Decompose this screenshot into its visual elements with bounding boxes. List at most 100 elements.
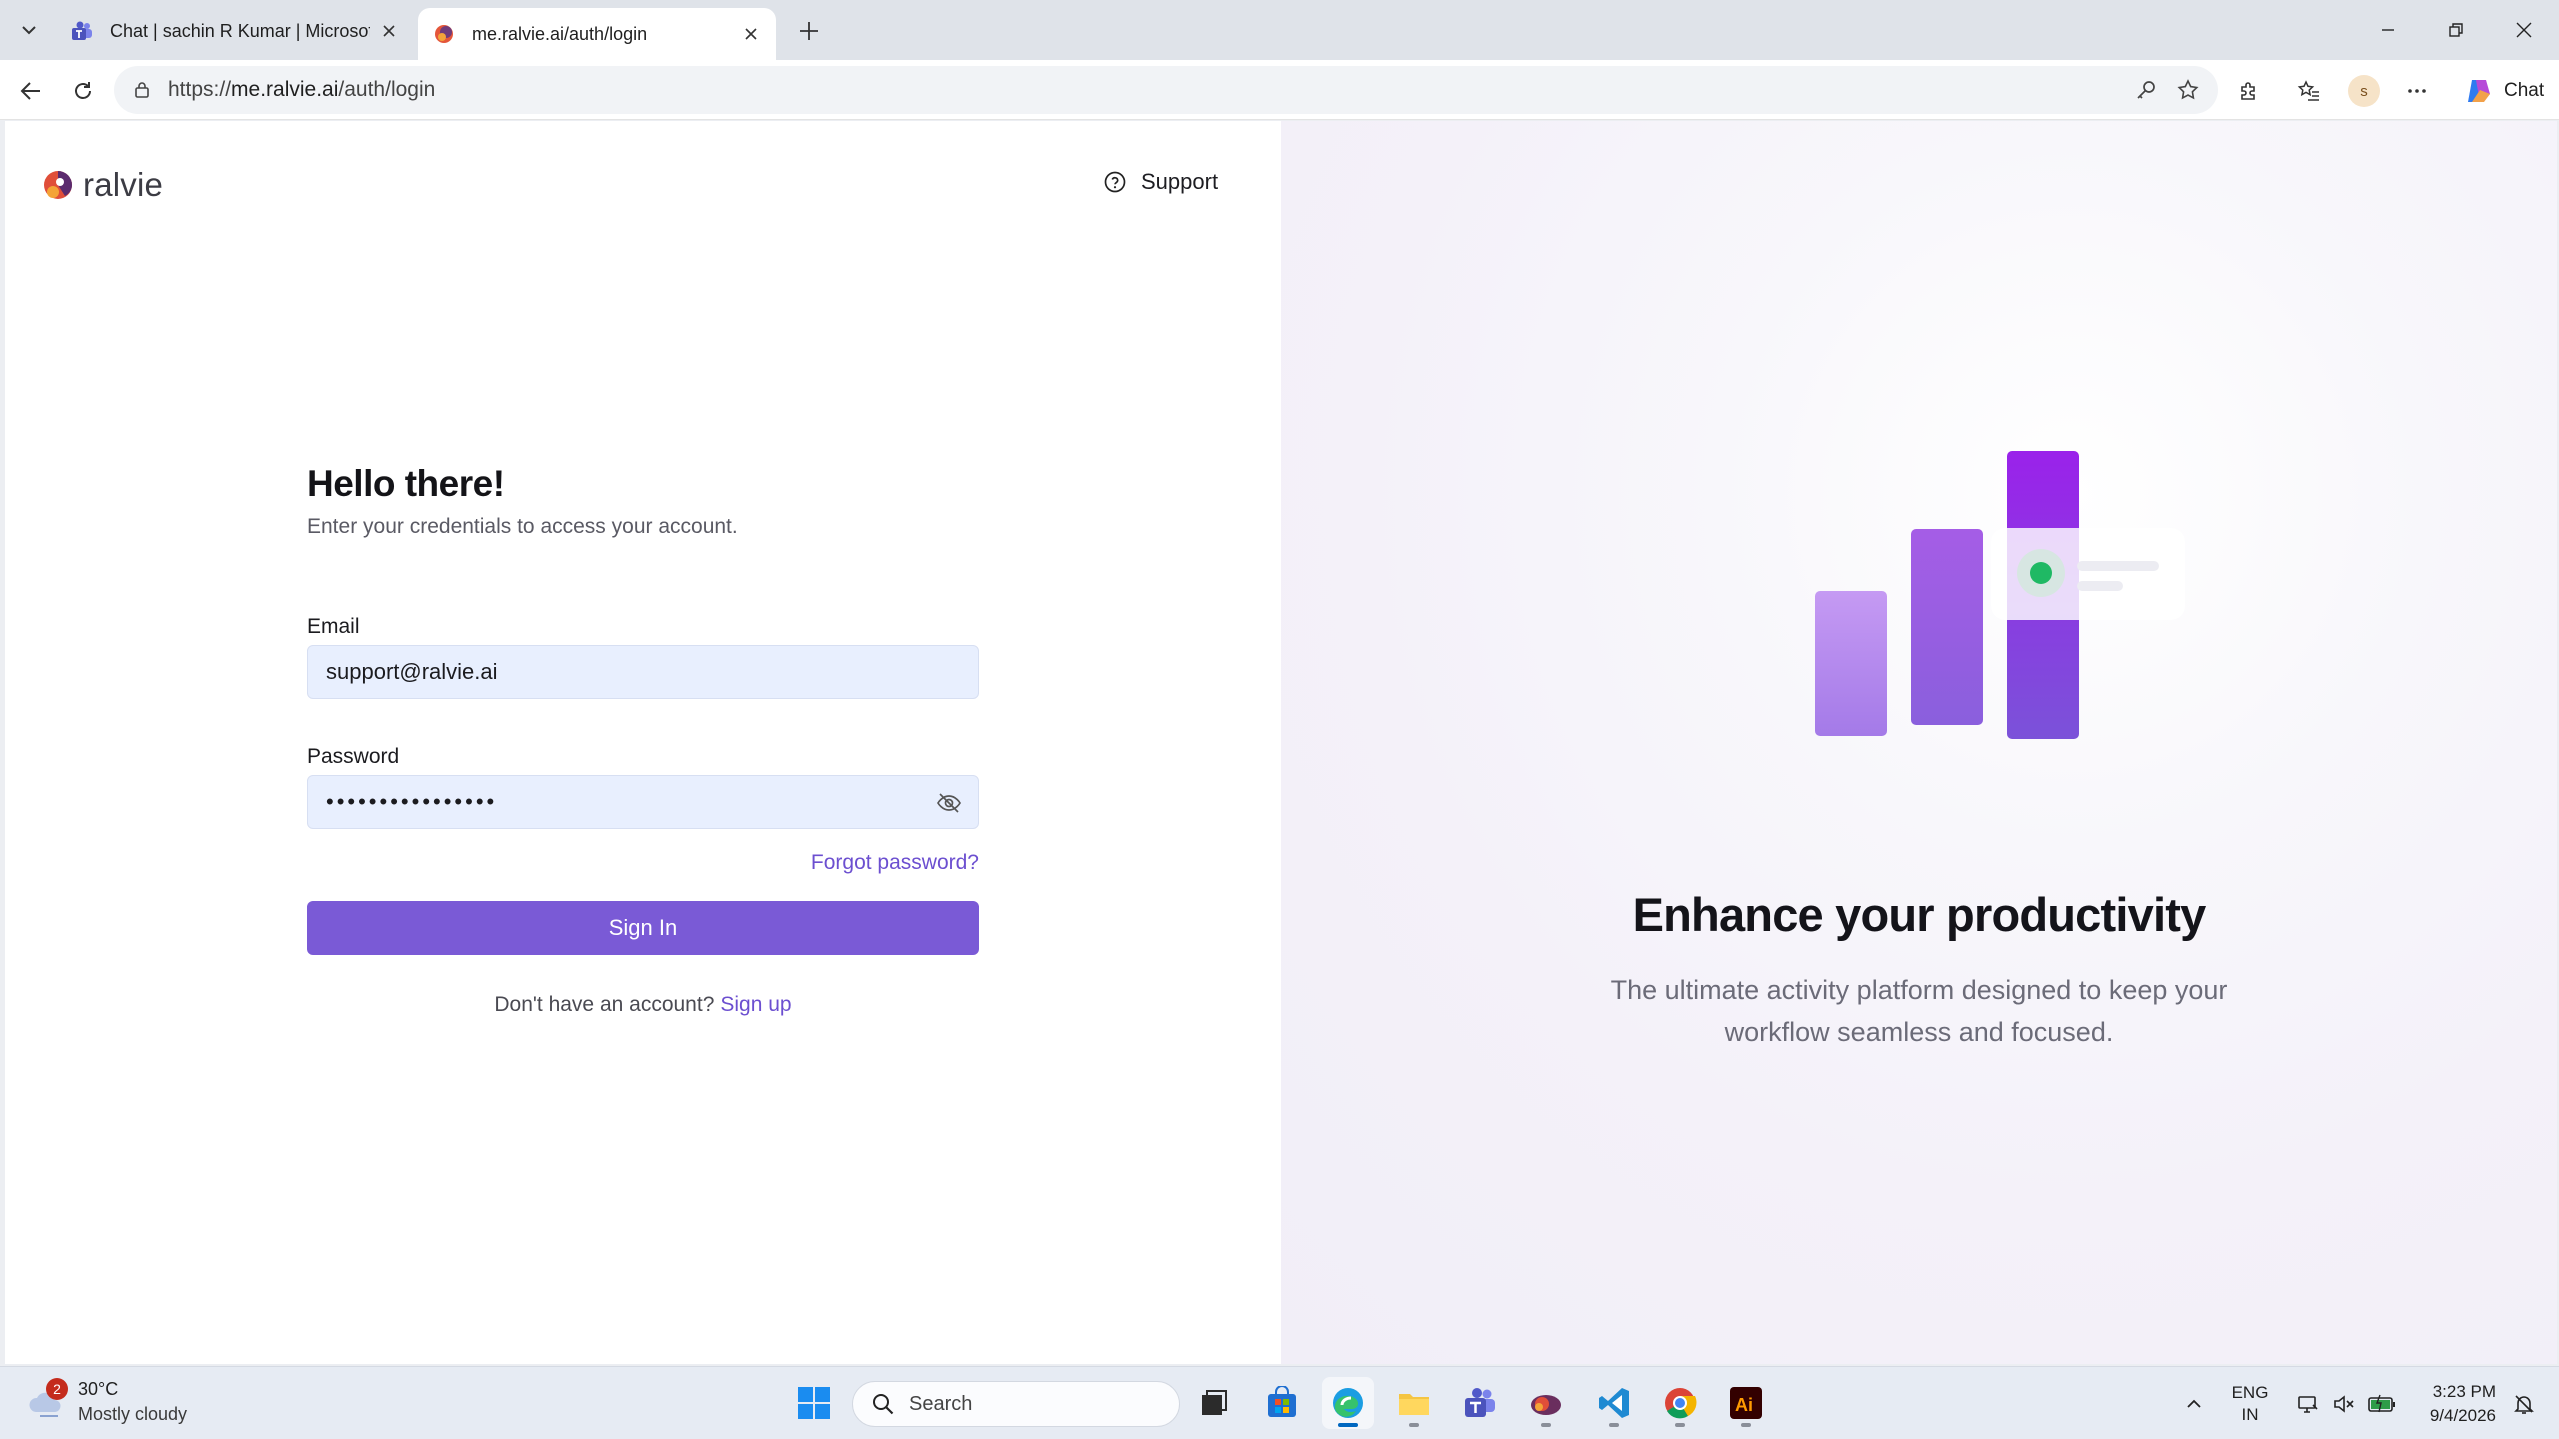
region-code: IN xyxy=(2241,1404,2259,1424)
browser-tab-strip: Chat | sachin R Kumar | Microsoft Teams … xyxy=(0,0,2559,60)
favorites-list-icon xyxy=(2297,80,2319,101)
running-indicator xyxy=(1609,1423,1619,1427)
password-field[interactable]: •••••••••••••••• xyxy=(326,789,497,815)
forgot-password-link[interactable]: Forgot password? xyxy=(307,851,979,875)
site-info-icon[interactable] xyxy=(132,80,152,100)
notifications-icon[interactable] xyxy=(2506,1367,2542,1439)
profile-avatar[interactable]: s xyxy=(2348,75,2380,107)
plus-icon xyxy=(800,22,818,40)
url-text: https://me.ralvie.ai/auth/login xyxy=(168,78,435,102)
extensions-button[interactable] xyxy=(2228,70,2270,112)
support-link[interactable]: Support xyxy=(1103,169,1218,195)
brand-logo[interactable]: ralvie xyxy=(41,165,163,205)
url-host: me.ralvie.ai xyxy=(231,78,339,101)
ralvie-app-icon xyxy=(1531,1395,1561,1415)
search-icon xyxy=(873,1394,894,1415)
folder-icon xyxy=(1399,1394,1429,1415)
language-code: ENG xyxy=(2231,1382,2269,1402)
start-button[interactable] xyxy=(788,1377,840,1429)
page-title: Hello there! xyxy=(307,463,505,504)
signup-prompt: Don't have an account? xyxy=(494,993,715,1016)
taskbar-vscode[interactable] xyxy=(1588,1377,1640,1429)
email-field[interactable] xyxy=(326,659,960,685)
settings-more-button[interactable] xyxy=(2396,70,2438,112)
taskbar-chrome[interactable] xyxy=(1654,1377,1706,1429)
tab-list-button[interactable] xyxy=(8,11,50,49)
copilot-icon xyxy=(2468,80,2490,102)
new-tab-button[interactable] xyxy=(790,12,828,50)
taskbar-file-explorer[interactable] xyxy=(1388,1377,1440,1429)
system-clock[interactable]: 3:23 PM 9/4/2026 xyxy=(2412,1367,2496,1439)
windows-logo-icon xyxy=(798,1387,830,1419)
running-indicator xyxy=(1338,1423,1358,1427)
refresh-button[interactable] xyxy=(62,70,104,112)
taskbar-microsoft-store[interactable] xyxy=(1256,1377,1308,1429)
running-indicator xyxy=(1741,1423,1751,1427)
sign-up-link[interactable]: Sign up xyxy=(720,993,791,1016)
close-window-button[interactable] xyxy=(2496,10,2552,50)
illustration-bar-1 xyxy=(1815,591,1887,736)
weather-icon-wrap: 2 xyxy=(26,1378,68,1422)
network-icon[interactable] xyxy=(2290,1367,2326,1439)
task-view-icon xyxy=(1202,1390,1227,1415)
promo-title: Enhance your productivity xyxy=(1632,888,2207,941)
illustration-line-1 xyxy=(2077,561,2159,571)
minimize-button[interactable] xyxy=(2360,10,2416,50)
tab-title: me.ralvie.ai/auth/login xyxy=(472,23,648,44)
login-pane: ralvie Support Hello there! Enter your c… xyxy=(5,121,1281,1364)
minimize-icon xyxy=(2382,29,2394,31)
sign-in-button[interactable]: Sign In xyxy=(307,901,979,955)
refresh-icon xyxy=(75,82,91,99)
temperature: 30°C xyxy=(78,1379,119,1399)
volume-muted-icon[interactable] xyxy=(2326,1367,2362,1439)
close-icon[interactable] xyxy=(740,23,762,45)
productivity-chart-illustration xyxy=(1815,451,2185,739)
tab-title: Chat | sachin R Kumar | Microsoft Teams xyxy=(110,20,370,41)
edge-icon xyxy=(1333,1388,1363,1418)
restore-icon xyxy=(2449,23,2463,37)
teams-icon xyxy=(1465,1388,1495,1417)
store-icon xyxy=(1268,1386,1296,1417)
tab-ralvie-login[interactable]: me.ralvie.ai/auth/login xyxy=(418,8,776,60)
copilot-chat-button[interactable]: Chat xyxy=(2452,70,2556,112)
favorite-star-icon[interactable] xyxy=(2168,66,2208,114)
language-indicator[interactable]: ENG IN xyxy=(2222,1367,2278,1439)
show-hidden-icons-button[interactable] xyxy=(2176,1367,2212,1439)
taskbar-teams[interactable] xyxy=(1454,1377,1506,1429)
taskbar-edge[interactable] xyxy=(1322,1377,1374,1429)
key-icon[interactable] xyxy=(2126,66,2166,114)
back-button[interactable] xyxy=(10,70,52,112)
help-circle-icon xyxy=(1104,171,1126,193)
teams-icon xyxy=(72,21,92,40)
svg-text:Ai: Ai xyxy=(1735,1395,1753,1415)
battery-icon[interactable] xyxy=(2362,1367,2402,1439)
weather-text: 30°C Mostly cloudy xyxy=(78,1379,187,1425)
promo-subtitle: The ultimate activity platform designed … xyxy=(1610,975,2228,1047)
illustration-bar-2 xyxy=(1911,529,1983,725)
eye-off-icon[interactable] xyxy=(936,790,962,816)
chrome-icon xyxy=(1665,1388,1697,1419)
taskbar-ralvie-app[interactable] xyxy=(1520,1377,1572,1429)
running-indicator xyxy=(1675,1423,1685,1427)
restore-button[interactable] xyxy=(2428,10,2484,50)
page-subtitle: Enter your credentials to access your ac… xyxy=(307,515,738,538)
task-view-button[interactable] xyxy=(1188,1377,1240,1429)
promo-pane: Enhance your productivity The ultimate a… xyxy=(1281,121,2557,1364)
running-indicator xyxy=(1409,1423,1419,1427)
more-horizontal-icon xyxy=(2408,89,2426,93)
email-field-wrapper xyxy=(307,645,979,699)
illustrator-icon: Ai xyxy=(1730,1387,1762,1419)
address-bar[interactable]: https://me.ralvie.ai/auth/login xyxy=(114,66,2218,114)
taskbar-search[interactable]: Search xyxy=(852,1381,1180,1427)
url-scheme: https:// xyxy=(168,78,232,101)
tab-teams-chat[interactable]: Chat | sachin R Kumar | Microsoft Teams xyxy=(56,8,414,54)
ralvie-logo-icon xyxy=(44,171,72,199)
puzzle-icon xyxy=(2241,82,2255,100)
weather-widget[interactable]: 2 30°C Mostly cloudy xyxy=(26,1378,187,1425)
close-icon[interactable] xyxy=(378,20,400,42)
taskbar-illustrator[interactable]: Ai xyxy=(1720,1377,1772,1429)
clock-time: 3:23 PM xyxy=(2432,1381,2496,1401)
profile-initial: s xyxy=(2360,82,2368,100)
password-field-wrapper: •••••••••••••••• xyxy=(307,775,979,829)
favorites-button[interactable] xyxy=(2288,70,2330,112)
